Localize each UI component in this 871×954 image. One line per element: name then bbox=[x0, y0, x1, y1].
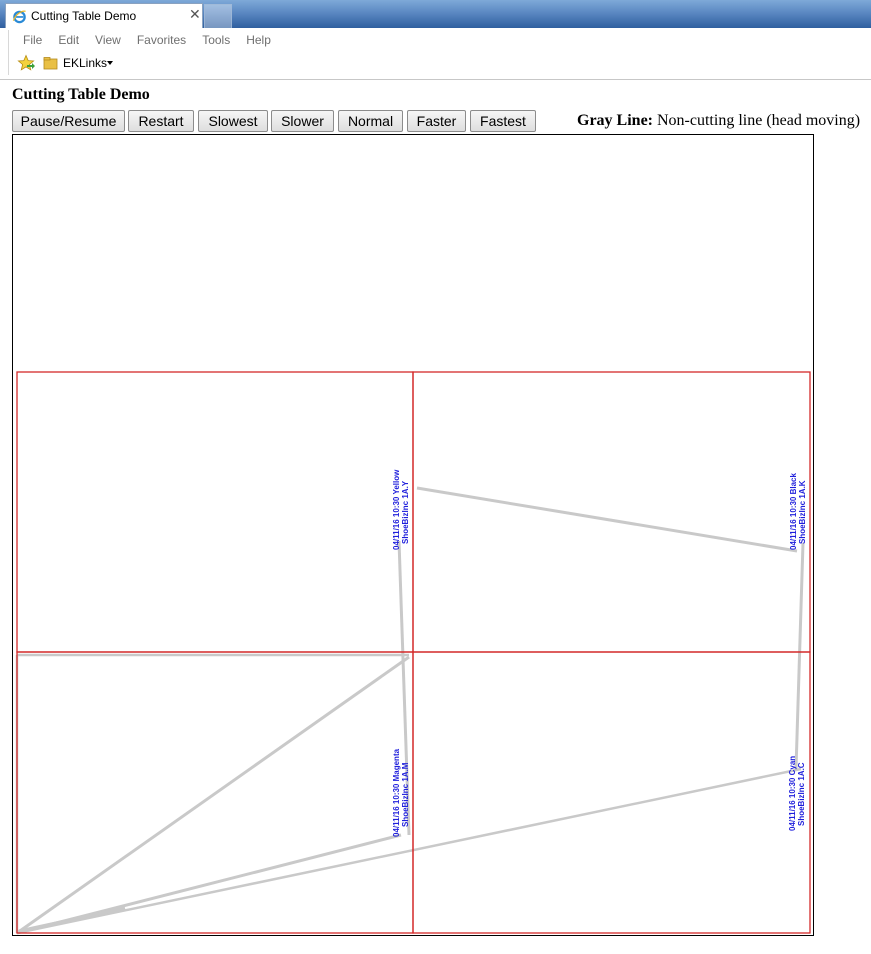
folder-icon bbox=[43, 57, 58, 70]
label-black-line2: ShoeBizInc 1A.K bbox=[798, 480, 807, 544]
label-cyan-line2: ShoeBizInc 1A.C bbox=[797, 762, 806, 826]
menu-view[interactable]: View bbox=[87, 31, 129, 49]
internet-explorer-icon bbox=[12, 10, 26, 24]
move-black-down bbox=[794, 542, 805, 770]
menu-favorites[interactable]: Favorites bbox=[129, 31, 194, 49]
faster-button[interactable]: Faster bbox=[407, 110, 466, 132]
tab-title: Cutting Table Demo bbox=[31, 9, 137, 23]
menu-help[interactable]: Help bbox=[238, 31, 279, 49]
slowest-button[interactable]: Slowest bbox=[198, 110, 268, 132]
legend: Gray Line: Non-cutting line (head moving… bbox=[577, 112, 860, 130]
label-yellow: 04/11/16 10:30 Yellow ShoeBizInc 1A.Y bbox=[392, 469, 410, 550]
label-magenta-line1: 04/11/16 10:30 Magenta bbox=[392, 748, 401, 837]
cutting-table-drawing: 04/11/16 10:30 Yellow ShoeBizInc 1A.Y 04… bbox=[15, 371, 811, 935]
menu-file[interactable]: File bbox=[15, 31, 50, 49]
label-yellow-line1: 04/11/16 10:30 Yellow bbox=[392, 469, 401, 550]
chrome-divider bbox=[8, 30, 9, 75]
legend-term: Gray Line: bbox=[577, 112, 653, 129]
menu-bar: File Edit View Favorites Tools Help bbox=[15, 31, 279, 49]
label-cyan-line1: 04/11/16 10:30 Cyan bbox=[788, 756, 797, 831]
window-titlebar: Cutting Table Demo ✕ bbox=[0, 0, 871, 28]
legend-description: Non-cutting line (head moving) bbox=[657, 112, 861, 129]
favorites-folder-eklinks[interactable]: EKLinks bbox=[63, 56, 107, 70]
label-yellow-line2: ShoeBizInc 1A.Y bbox=[401, 480, 410, 544]
panel-black bbox=[412, 371, 811, 653]
label-black-line1: 04/11/16 10:30 Black bbox=[789, 472, 798, 550]
close-tab-icon[interactable]: ✕ bbox=[189, 7, 201, 23]
page-title: Cutting Table Demo bbox=[12, 86, 150, 103]
move-yellow-to-black bbox=[416, 486, 798, 553]
add-favorite-star-icon[interactable] bbox=[17, 54, 35, 72]
chevron-down-icon[interactable] bbox=[107, 61, 113, 65]
normal-button[interactable]: Normal bbox=[338, 110, 403, 132]
menu-edit[interactable]: Edit bbox=[50, 31, 87, 49]
label-black: 04/11/16 10:30 Black ShoeBizInc 1A.K bbox=[789, 472, 807, 550]
restart-button[interactable]: Restart bbox=[128, 110, 194, 132]
panel-cyan bbox=[412, 651, 811, 934]
menu-tools[interactable]: Tools bbox=[194, 31, 238, 49]
label-magenta-line2: ShoeBizInc 1A.M bbox=[401, 762, 410, 827]
fastest-button[interactable]: Fastest bbox=[470, 110, 536, 132]
pause-resume-button[interactable]: Pause/Resume bbox=[12, 110, 125, 132]
panel-yellow bbox=[16, 371, 414, 653]
head-moves bbox=[15, 486, 805, 935]
label-cyan: 04/11/16 10:30 Cyan ShoeBizInc 1A.C bbox=[788, 756, 806, 831]
browser-chrome: File Edit View Favorites Tools Help EKLi… bbox=[0, 28, 871, 80]
slower-button[interactable]: Slower bbox=[271, 110, 334, 132]
new-tab-button[interactable] bbox=[204, 4, 232, 28]
titlebar-background-text bbox=[250, 0, 650, 14]
browser-tab[interactable]: Cutting Table Demo ✕ bbox=[5, 3, 203, 28]
cutting-table-canvas: 04/11/16 10:30 Yellow ShoeBizInc 1A.Y 04… bbox=[12, 134, 814, 936]
